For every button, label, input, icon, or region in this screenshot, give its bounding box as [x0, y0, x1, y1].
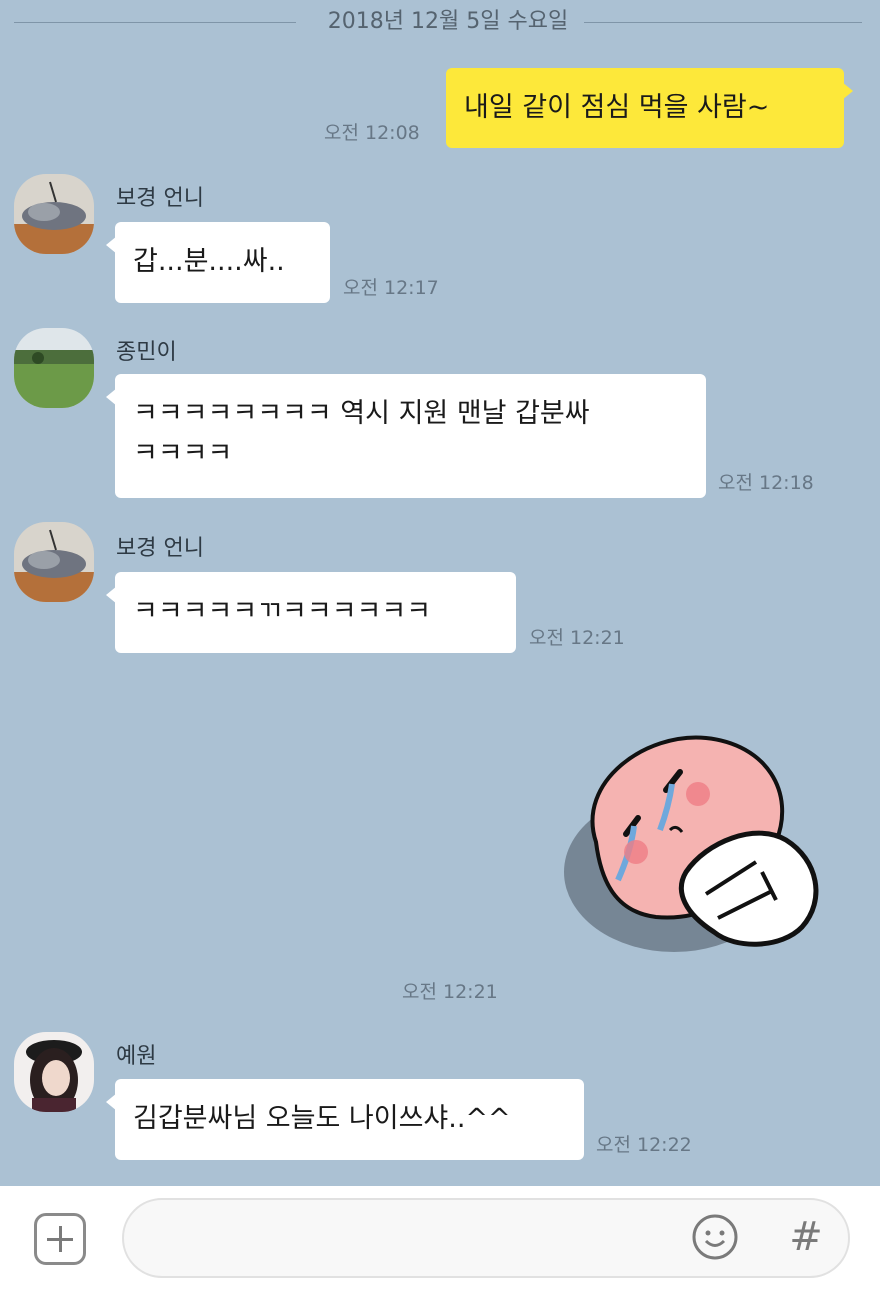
cat-photo-icon: [14, 174, 94, 254]
their-message-bubble[interactable]: 김갑분싸님 오늘도 나이쓰샤..^^: [106, 1079, 584, 1160]
sender-name: 보경 언니: [116, 536, 204, 561]
message-text: 갑...분....싸..: [133, 246, 285, 277]
avatar-yewon[interactable]: [14, 1032, 94, 1112]
message-time: 오전 12:08: [324, 122, 420, 144]
hash-search-button[interactable]: #: [784, 1212, 828, 1262]
message-time: 오전 12:18: [718, 472, 814, 494]
message-time: 오전 12:17: [343, 277, 439, 299]
sender-name: 예원: [116, 1044, 157, 1069]
date-label: 2018년 12월 5일 수요일: [327, 9, 569, 34]
message-time: 오전 12:21: [529, 627, 625, 649]
message-text: 김갑분싸님 오늘도 나이쓰샤..^^: [133, 1103, 511, 1134]
message-time: 오전 12:22: [596, 1134, 692, 1156]
divider-line-left: [14, 22, 296, 23]
avatar-jongmin[interactable]: [14, 328, 94, 408]
message-text: ㅋㅋㅋㅋㅋㄲㅋㅋㅋㅋㅋㅋ: [133, 596, 432, 627]
their-message-bubble[interactable]: 갑...분....싸..: [106, 222, 330, 303]
plus-icon[interactable]: [34, 1213, 86, 1265]
avatar-bogyeong[interactable]: [14, 174, 94, 254]
landscape-photo-icon: [14, 328, 94, 408]
message-text-line: ㅋㅋㅋㅋㅋㅋㅋㅋ 역시 지원 맨날 갑분싸: [133, 398, 590, 429]
avatar-bogyeong[interactable]: [14, 522, 94, 602]
divider-line-right: [584, 22, 862, 23]
their-message-bubble[interactable]: ㅋㅋㅋㅋㅋㄲㅋㅋㅋㅋㅋㅋ: [106, 572, 516, 653]
cat-photo-icon: [14, 522, 94, 602]
message-time: 오전 12:21: [402, 981, 498, 1003]
girl-photo-icon: [14, 1032, 94, 1112]
sender-name: 종민이: [116, 340, 177, 365]
smiley-icon-svg: [692, 1214, 738, 1260]
message-input[interactable]: [154, 1218, 698, 1260]
crying-peach-sticker-icon: [564, 735, 819, 952]
message-input-field[interactable]: [122, 1198, 850, 1278]
my-message-bubble[interactable]: 내일 같이 점심 먹을 사람~: [446, 68, 853, 148]
message-input-bar: #: [0, 1186, 880, 1289]
their-message-bubble[interactable]: ㅋㅋㅋㅋㅋㅋㅋㅋ 역시 지원 맨날 갑분싸 ㅋㅋㅋㅋ: [106, 374, 706, 498]
crying-peach-sticker[interactable]: [556, 722, 836, 982]
smiley-icon[interactable]: [690, 1212, 740, 1262]
message-text-line: ㅋㅋㅋㅋ: [133, 438, 233, 469]
message-text: 내일 같이 점심 먹을 사람~: [464, 92, 770, 123]
sender-name: 보경 언니: [116, 186, 204, 211]
date-divider: 2018년 12월 5일 수요일: [14, 8, 862, 36]
